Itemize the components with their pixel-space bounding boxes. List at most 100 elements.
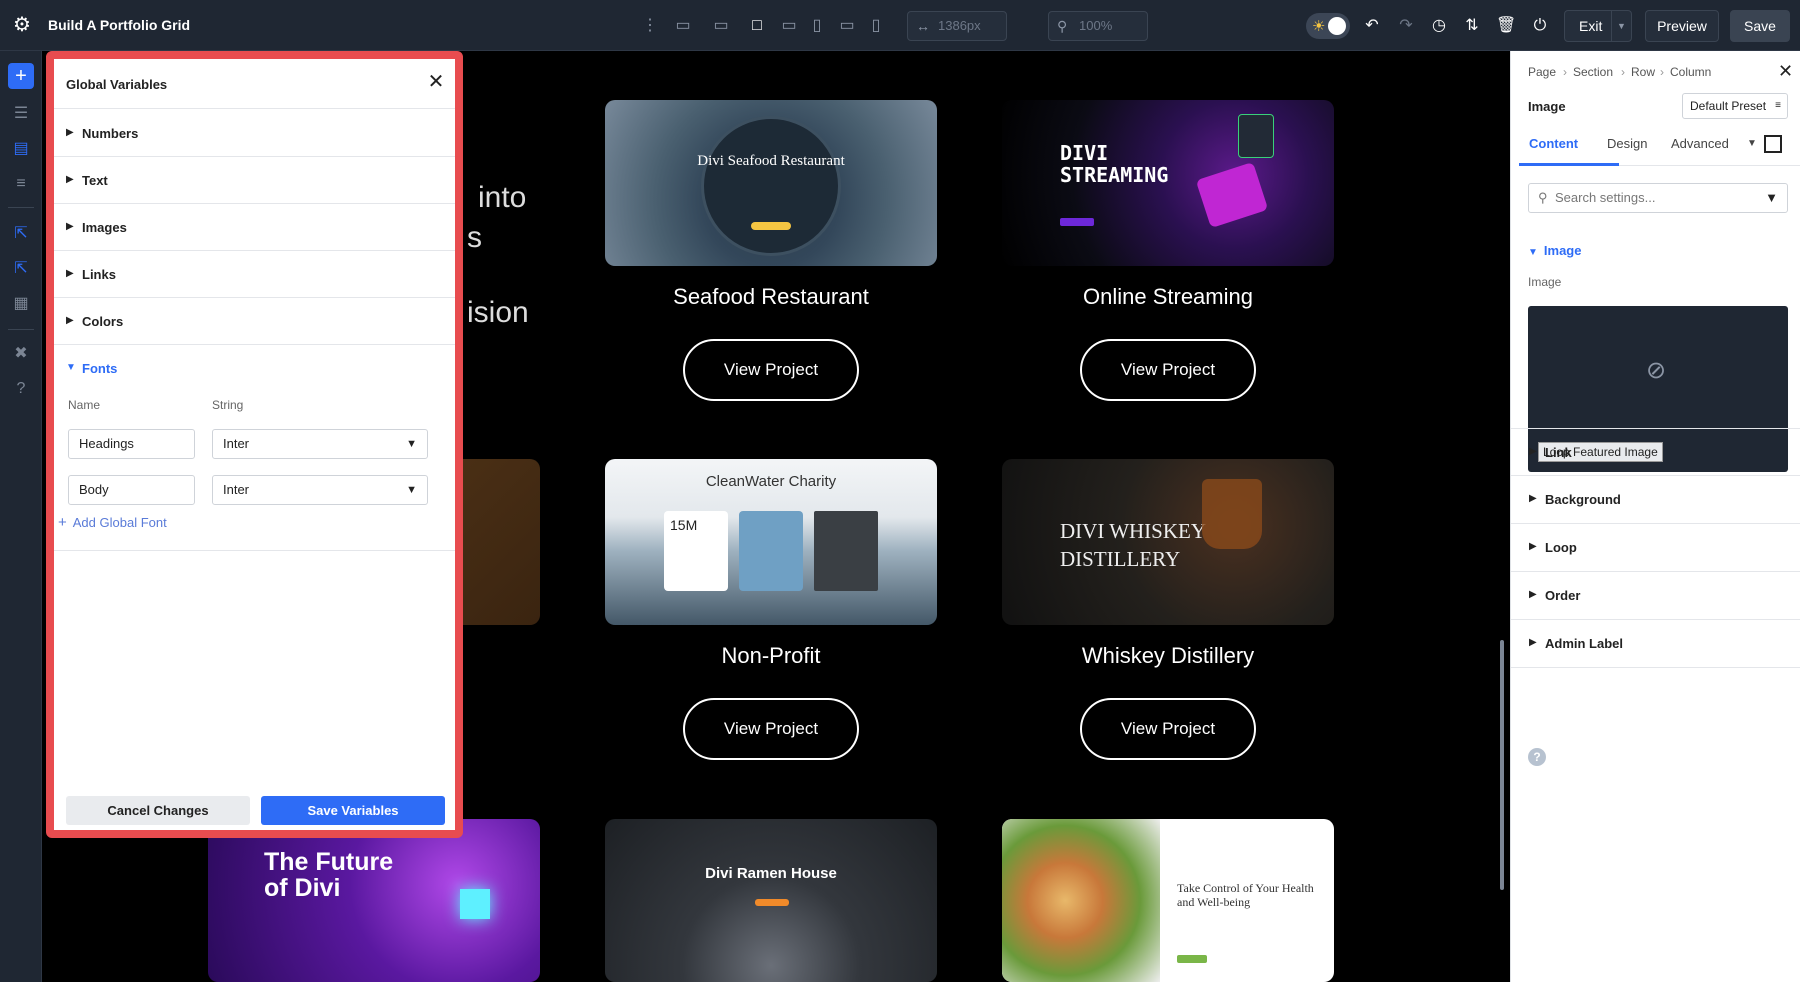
breadcrumb-column[interactable]: Column bbox=[1670, 65, 1711, 79]
font-value-select[interactable]: Inter ▼ bbox=[212, 429, 428, 459]
section-label: Numbers bbox=[82, 126, 139, 141]
redo-icon[interactable]: ↷ bbox=[1396, 14, 1416, 38]
canvas-width-field[interactable]: ↔ 1386px bbox=[907, 11, 1007, 41]
close-icon[interactable]: ✕ bbox=[1778, 61, 1793, 82]
font-name-field[interactable]: Body bbox=[68, 475, 195, 505]
theme-builder-icon[interactable]: ▦ bbox=[8, 291, 34, 317]
phone-view-icon[interactable]: ▯ bbox=[868, 14, 884, 38]
filter-icon[interactable]: ▼ bbox=[1765, 184, 1778, 212]
tab-design[interactable]: Design bbox=[1607, 136, 1647, 151]
card-title: Non-Profit bbox=[721, 643, 821, 668]
project-thumbnail-nonprofit[interactable]: CleanWater Charity 15M bbox=[605, 459, 937, 625]
pointer-select-icon[interactable]: ⇱ bbox=[8, 221, 34, 247]
laptop-view-icon[interactable]: □ bbox=[746, 14, 768, 38]
add-global-font-button[interactable]: + Add Global Font bbox=[58, 514, 167, 531]
chevron-down-icon[interactable]: ▼ bbox=[1617, 11, 1626, 41]
no-image-icon: ⊘ bbox=[1646, 357, 1667, 384]
column-header-name: Name bbox=[68, 398, 101, 412]
expand-panel-icon[interactable] bbox=[1764, 135, 1782, 153]
section-links[interactable]: ▶ Links bbox=[54, 251, 455, 298]
tabs-chevron-down-icon[interactable]: ▼ bbox=[1747, 138, 1757, 149]
tools-icon[interactable]: ✖ bbox=[8, 341, 34, 367]
caret-right-icon: ▶ bbox=[66, 268, 74, 279]
project-thumbnail-whiskey[interactable]: DIVI WHISKEY DISTILLERY bbox=[1002, 459, 1334, 625]
view-project-button[interactable]: View Project bbox=[683, 339, 859, 401]
plate-graphic bbox=[701, 116, 841, 256]
save-variables-button[interactable]: Save Variables bbox=[261, 796, 445, 825]
font-name-field[interactable]: Headings bbox=[68, 429, 195, 459]
preview-button[interactable]: Preview bbox=[1645, 10, 1719, 42]
phone-landscape-view-icon[interactable]: ▭ bbox=[836, 14, 858, 38]
trash-icon[interactable]: 🗑 bbox=[1496, 14, 1516, 38]
section-fonts[interactable]: ▼ Fonts bbox=[54, 345, 455, 392]
cancel-changes-button[interactable]: Cancel Changes bbox=[66, 796, 250, 825]
view-project-button[interactable]: View Project bbox=[1080, 698, 1256, 760]
chevron-down-icon: ▼ bbox=[406, 484, 417, 496]
thumbnail-heading: Divi Seafood Restaurant bbox=[697, 153, 845, 169]
layout-list-icon[interactable]: ≡ bbox=[8, 171, 34, 197]
history-clock-icon[interactable]: ◷ bbox=[1429, 14, 1449, 38]
tablet-view-icon[interactable]: ▯ bbox=[808, 14, 826, 38]
section-background[interactable]: ▶ Background bbox=[1511, 476, 1800, 524]
font-value-select[interactable]: Inter ▼ bbox=[212, 475, 428, 505]
section-text[interactable]: ▶ Text bbox=[54, 157, 455, 204]
plus-icon: + bbox=[58, 514, 67, 531]
undo-icon[interactable]: ↶ bbox=[1362, 14, 1382, 38]
card-title: Whiskey Distillery bbox=[1081, 643, 1255, 668]
section-label: Admin Label bbox=[1545, 636, 1624, 651]
section-loop[interactable]: ▶ Loop bbox=[1511, 524, 1800, 572]
breadcrumb-row[interactable]: Row bbox=[1631, 65, 1655, 79]
image-section-toggle[interactable]: ▼ Image bbox=[1528, 243, 1581, 258]
font-value: Inter bbox=[223, 482, 250, 497]
search-settings-input[interactable]: ⚲ Search settings... ▼ bbox=[1528, 183, 1788, 213]
project-thumbnail-seafood[interactable]: Divi Seafood Restaurant bbox=[605, 100, 937, 266]
add-module-icon[interactable]: + bbox=[8, 63, 34, 89]
panel-header: Global Variables ✕ bbox=[54, 59, 455, 109]
tablet-landscape-view-icon[interactable]: ▭ bbox=[778, 14, 800, 38]
light-dark-toggle[interactable]: ☀ bbox=[1306, 13, 1350, 39]
top-toolbar: ⚙ Build A Portfolio Grid ⋮ ▭ ▭ □ ▭ ▯ ▭ ▯… bbox=[0, 0, 1800, 51]
help-question-icon[interactable]: ? bbox=[1528, 748, 1546, 766]
project-thumbnail-streaming[interactable]: DIVI STREAMING bbox=[1002, 100, 1334, 266]
exit-button[interactable]: Exit ▼ bbox=[1564, 10, 1632, 42]
caret-down-icon: ▼ bbox=[66, 362, 76, 373]
chevron-down-icon: ▼ bbox=[406, 438, 417, 450]
desktop-view-icon[interactable]: ▭ bbox=[708, 14, 734, 38]
card-title: Online Streaming bbox=[1083, 284, 1253, 309]
canvas-scrollbar[interactable] bbox=[1500, 640, 1504, 890]
tab-content[interactable]: Content bbox=[1529, 136, 1578, 151]
breadcrumb-separator: › bbox=[1660, 65, 1664, 79]
section-numbers[interactable]: ▶ Numbers bbox=[54, 110, 455, 157]
wide-desktop-view-icon[interactable]: ▭ bbox=[668, 14, 698, 38]
more-vertical-icon[interactable]: ⋮ bbox=[642, 14, 658, 38]
section-link[interactable]: ▶ Link bbox=[1511, 428, 1800, 476]
save-button[interactable]: Save bbox=[1730, 10, 1790, 42]
caret-right-icon: ▶ bbox=[66, 127, 74, 138]
section-label: Loop bbox=[1545, 540, 1577, 555]
section-label: Link bbox=[1545, 445, 1572, 460]
layers-icon[interactable]: ☰ bbox=[8, 101, 34, 127]
section-order[interactable]: ▶ Order bbox=[1511, 572, 1800, 620]
breadcrumb-section[interactable]: Section bbox=[1573, 65, 1613, 79]
tab-advanced[interactable]: Advanced bbox=[1671, 136, 1729, 151]
font-value: Inter bbox=[223, 436, 250, 451]
power-icon[interactable]: ⏻ bbox=[1530, 14, 1550, 38]
view-project-button[interactable]: View Project bbox=[1080, 339, 1256, 401]
preset-select[interactable]: Default Preset ≡ bbox=[1682, 93, 1788, 119]
project-thumbnail-ramen[interactable]: Divi Ramen House bbox=[605, 819, 937, 982]
close-icon[interactable]: ✕ bbox=[425, 71, 447, 93]
section-images[interactable]: ▶ Images bbox=[54, 204, 455, 251]
help-question-icon[interactable]: ? bbox=[8, 376, 34, 402]
section-colors[interactable]: ▶ Colors bbox=[54, 298, 455, 345]
zoom-field[interactable]: ⚲ 100% bbox=[1048, 11, 1148, 41]
project-thumbnail-health[interactable]: Take Control of Your Health and Well-bei… bbox=[1002, 819, 1334, 982]
settings-gear-icon[interactable]: ⚙ bbox=[12, 15, 32, 35]
section-admin-label[interactable]: ▶ Admin Label bbox=[1511, 620, 1800, 668]
project-thumbnail-future-of-divi[interactable]: The Future of Divi bbox=[208, 819, 540, 982]
image-section-label: Image bbox=[1543, 243, 1582, 258]
database-variables-icon[interactable]: ▤ bbox=[8, 136, 34, 162]
view-project-button[interactable]: View Project bbox=[683, 698, 859, 760]
breadcrumb-page[interactable]: Page bbox=[1528, 65, 1556, 79]
multi-select-icon[interactable]: ⇱ bbox=[8, 256, 34, 282]
sort-arrows-icon[interactable]: ⇅ bbox=[1462, 14, 1482, 38]
